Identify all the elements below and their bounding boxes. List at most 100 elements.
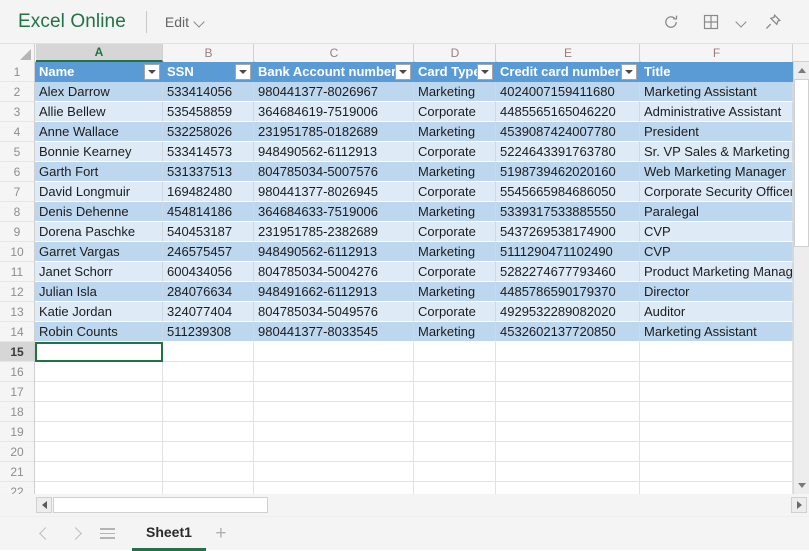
empty-cell[interactable] [254,342,414,362]
table-row-cell[interactable]: 5545665984686050 [496,182,640,202]
row-header-3[interactable]: 3 [0,102,34,122]
empty-cell[interactable] [163,422,254,442]
table-row-cell[interactable]: Julian Isla [35,282,163,302]
table-row-cell[interactable]: 5437269538174900 [496,222,640,242]
grid-dropdown-chevron-down-icon[interactable] [731,2,753,42]
previous-sheet-icon[interactable] [30,517,60,551]
all-sheets-menu-icon[interactable] [90,517,124,551]
empty-cell[interactable] [35,462,163,482]
table-row-cell[interactable]: 454814186 [163,202,254,222]
sheet-tab-sheet1[interactable]: Sheet1 [132,517,206,551]
table-row-cell[interactable]: Denis Dehenne [35,202,163,222]
empty-cell[interactable] [35,442,163,462]
scroll-right-button[interactable] [791,497,807,513]
table-row-cell[interactable]: 246575457 [163,242,254,262]
table-row-cell[interactable]: 948490562-6112913 [254,142,414,162]
table-row-cell[interactable]: 535458859 [163,102,254,122]
empty-cell[interactable] [414,422,496,442]
table-row-cell[interactable]: Garret Vargas [35,242,163,262]
empty-cell[interactable] [414,362,496,382]
row-header-4[interactable]: 4 [0,122,34,142]
empty-cell[interactable] [640,482,793,494]
table-header-cell[interactable]: Bank Account number [254,62,414,82]
table-row-cell[interactable]: 5339317533885550 [496,202,640,222]
active-cell-a15[interactable] [35,342,163,362]
table-row-cell[interactable]: Corporate [414,302,496,322]
empty-cell[interactable] [496,482,640,494]
table-header-cell[interactable]: SSN [163,62,254,82]
table-row-cell[interactable]: Product Marketing Manager [640,262,793,282]
table-row-cell[interactable]: Corporate [414,222,496,242]
empty-cell[interactable] [163,362,254,382]
table-row-cell[interactable]: Web Marketing Manager [640,162,793,182]
table-row-cell[interactable]: 533414056 [163,82,254,102]
table-row-cell[interactable]: 324077404 [163,302,254,322]
empty-cell[interactable] [163,482,254,494]
column-header-c[interactable]: C [255,44,414,62]
empty-cell[interactable] [414,402,496,422]
table-row-cell[interactable]: 948490562-6112913 [254,242,414,262]
table-row-cell[interactable]: Administrative Assistant [640,102,793,122]
table-row-cell[interactable]: 5111290471102490 [496,242,640,262]
table-row-cell[interactable]: 804785034-5004276 [254,262,414,282]
empty-cell[interactable] [35,402,163,422]
empty-cell[interactable] [640,342,793,362]
table-row-cell[interactable]: 980441377-8026945 [254,182,414,202]
empty-cell[interactable] [640,382,793,402]
table-row-cell[interactable]: 4485786590179370 [496,282,640,302]
scroll-left-button[interactable] [36,497,52,513]
empty-cell[interactable] [640,442,793,462]
empty-cell[interactable] [254,482,414,494]
table-row-cell[interactable]: 231951785-0182689 [254,122,414,142]
table-row-cell[interactable]: 948491662-6112913 [254,282,414,302]
table-row-cell[interactable]: Robin Counts [35,322,163,342]
empty-cell[interactable] [163,402,254,422]
empty-cell[interactable] [414,462,496,482]
empty-cell[interactable] [254,422,414,442]
row-header-14[interactable]: 14 [0,322,34,342]
table-row-cell[interactable]: Marketing [414,282,496,302]
empty-cell[interactable] [496,402,640,422]
row-header-20[interactable]: 20 [0,442,34,462]
table-row-cell[interactable]: Marketing [414,122,496,142]
empty-cell[interactable] [163,342,254,362]
column-header-f[interactable]: F [641,44,793,62]
empty-cell[interactable] [640,422,793,442]
empty-cell[interactable] [254,362,414,382]
table-row-cell[interactable]: Marketing [414,242,496,262]
empty-cell[interactable] [254,382,414,402]
empty-cell[interactable] [414,442,496,462]
row-header-12[interactable]: 12 [0,282,34,302]
row-header-17[interactable]: 17 [0,382,34,402]
table-row-cell[interactable]: 169482480 [163,182,254,202]
cell-area[interactable]: NameSSNBank Account numberCard TypeCredi… [35,62,809,494]
empty-cell[interactable] [496,422,640,442]
table-row-cell[interactable]: David Longmuir [35,182,163,202]
table-row-cell[interactable]: 5198739462020160 [496,162,640,182]
row-header-11[interactable]: 11 [0,262,34,282]
empty-cell[interactable] [35,362,163,382]
empty-cell[interactable] [163,382,254,402]
row-header-18[interactable]: 18 [0,402,34,422]
empty-cell[interactable] [496,462,640,482]
table-row-cell[interactable]: 532258026 [163,122,254,142]
table-row-cell[interactable]: 4485565165046220 [496,102,640,122]
empty-cell[interactable] [35,482,163,494]
table-row-cell[interactable]: Corporate Security Officer [640,182,793,202]
table-row-cell[interactable]: 364684633-7519006 [254,202,414,222]
filter-dropdown-icon[interactable] [144,64,160,80]
column-header-d[interactable]: D [415,44,496,62]
empty-cell[interactable] [496,442,640,462]
row-header-8[interactable]: 8 [0,202,34,222]
table-row-cell[interactable]: Corporate [414,182,496,202]
empty-cell[interactable] [414,482,496,494]
horizontal-scrollbar[interactable] [0,494,809,516]
table-row-cell[interactable]: 5282274677793460 [496,262,640,282]
row-header-6[interactable]: 6 [0,162,34,182]
empty-cell[interactable] [496,382,640,402]
empty-cell[interactable] [414,342,496,362]
table-row-cell[interactable]: 4532602137720850 [496,322,640,342]
table-row-cell[interactable]: Marketing [414,202,496,222]
empty-cell[interactable] [496,362,640,382]
vertical-scrollbar-thumb[interactable] [794,79,809,247]
